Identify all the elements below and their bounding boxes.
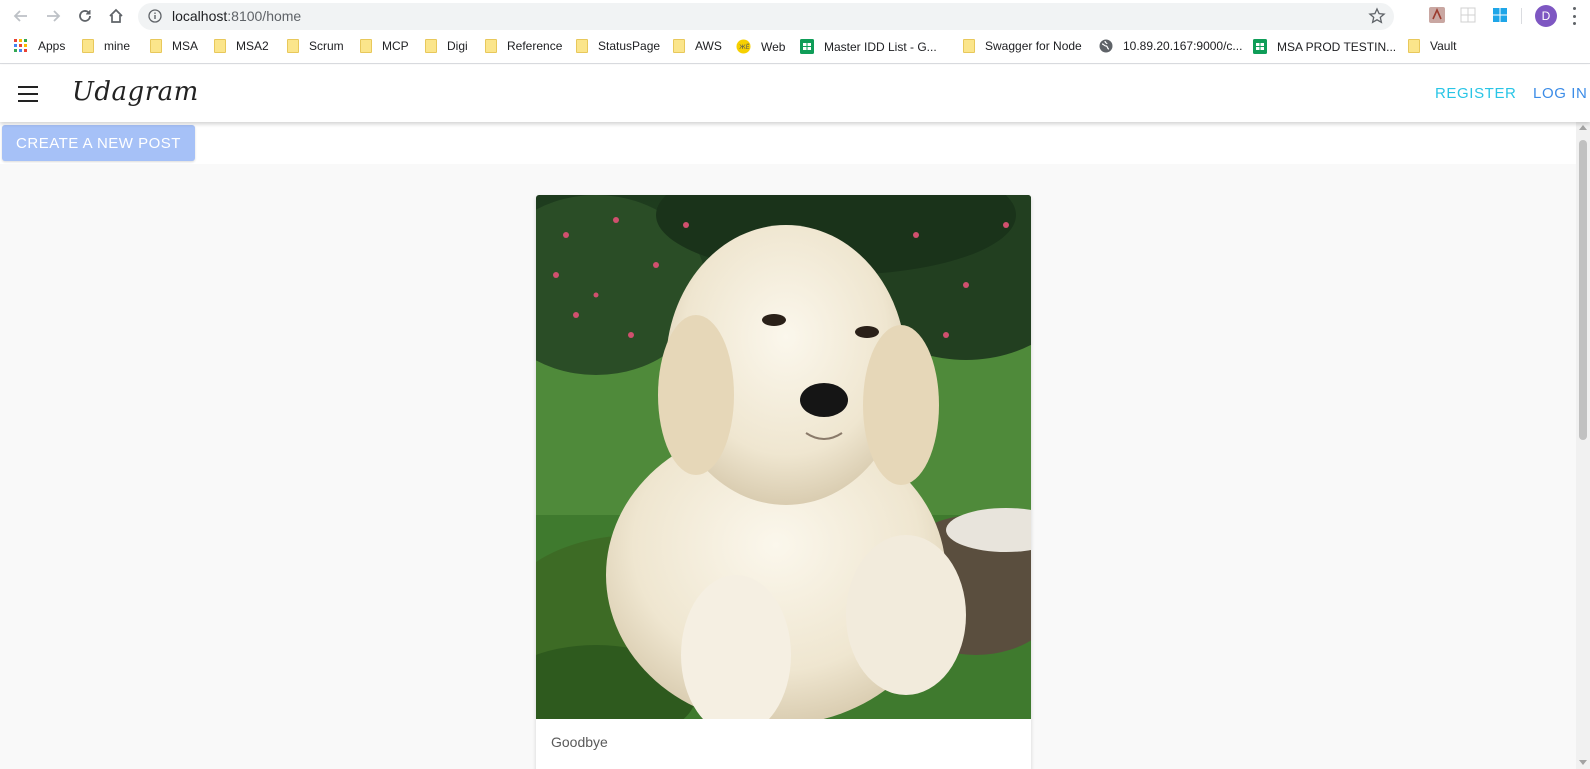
browser-menu-icon[interactable]: [1573, 7, 1577, 25]
bookmark-mine[interactable]: mine: [82, 39, 130, 53]
folder-icon: [485, 39, 497, 53]
bookmark-label: MSA2: [236, 39, 269, 53]
bookmark-label: Scrum: [309, 39, 344, 53]
folder-icon: [287, 39, 299, 53]
folder-icon: [82, 39, 94, 53]
bookmark-label: MCP: [382, 39, 409, 53]
bookmark-digi[interactable]: Digi: [425, 39, 468, 53]
bookmark-msa2[interactable]: MSA2: [214, 39, 269, 53]
url-host: localhost: [172, 8, 228, 24]
site-info-icon[interactable]: [148, 9, 162, 28]
register-link[interactable]: REGISTER: [1435, 85, 1516, 102]
bookmark-vault[interactable]: Vault: [1408, 39, 1456, 53]
bookmark-label: MSA: [172, 39, 199, 53]
bookmark-label: Master IDD List - G...: [824, 39, 937, 54]
scroll-down-arrow-icon[interactable]: [1579, 760, 1587, 765]
browser-toolbar: localhost:8100/home D: [0, 0, 1590, 32]
url-path: :8100/home: [227, 8, 302, 24]
bookmark-label: 10.89.20.167:9000/c...: [1123, 39, 1243, 53]
folder-icon: [673, 39, 685, 53]
sheets-icon: [1253, 39, 1267, 54]
bookmark-mcp[interactable]: MCP: [360, 39, 409, 53]
url-text: localhost:8100/home: [172, 8, 301, 24]
globe-icon: [1099, 39, 1113, 53]
address-bar[interactable]: localhost:8100/home: [138, 3, 1394, 30]
profile-avatar[interactable]: D: [1535, 5, 1557, 27]
folder-icon: [1408, 39, 1420, 53]
login-link[interactable]: LOG IN: [1533, 85, 1587, 102]
back-arrow-icon[interactable]: [10, 5, 32, 27]
bookmark-label: Apps: [38, 39, 66, 53]
windows-extension-icon[interactable]: [1491, 6, 1509, 24]
scroll-up-arrow-icon[interactable]: [1579, 125, 1587, 130]
create-post-button[interactable]: CREATE A NEW POST: [2, 125, 195, 161]
create-post-bar: CREATE A NEW POST: [0, 122, 1576, 164]
bookmark-reference[interactable]: Reference: [485, 39, 562, 53]
grid-extension-icon[interactable]: [1459, 6, 1477, 24]
bookmark-label: Reference: [507, 39, 563, 53]
folder-icon: [963, 39, 975, 53]
folder-icon: [214, 39, 226, 53]
bookmark-label: Vault: [1430, 39, 1457, 53]
bookmark-label: Digi: [447, 39, 468, 53]
bookmark-apps[interactable]: Apps: [14, 39, 65, 53]
app-header: Udagram REGISTER LOG IN: [0, 65, 1590, 122]
bookmarks-bar: Apps mine MSA MSA2 Scrum MCP Digi Refere…: [0, 32, 1590, 64]
folder-icon: [360, 39, 372, 53]
bookmark-ip-address[interactable]: 10.89.20.167:9000/c...: [1099, 39, 1242, 53]
svg-text:ЖЁ: ЖЁ: [739, 44, 749, 51]
bookmark-label: AWS: [695, 39, 722, 53]
forward-arrow-icon[interactable]: [42, 5, 64, 27]
feed-item-image: [536, 195, 1031, 719]
sheets-icon: [800, 39, 814, 54]
bookmark-label: Web: [761, 39, 786, 54]
page-scrollbar[interactable]: [1576, 122, 1590, 769]
apps-grid-icon: [14, 39, 28, 53]
bookmark-web[interactable]: ЖЁ Web: [736, 39, 785, 54]
feed-item-card: Goodbye: [536, 195, 1031, 769]
feed-content: CREATE A NEW POST Goodbye: [0, 122, 1576, 769]
bookmark-star-icon[interactable]: [1368, 7, 1386, 30]
web-favicon-icon: ЖЁ: [736, 39, 751, 54]
bookmark-aws[interactable]: AWS: [673, 39, 722, 53]
bookmark-msa-prod-testing[interactable]: MSA PROD TESTIN...: [1253, 39, 1396, 54]
home-icon[interactable]: [105, 5, 127, 27]
pdf-extension-icon[interactable]: [1428, 6, 1446, 24]
bookmark-label: Swagger for Node: [985, 39, 1082, 53]
feed-item-caption: Goodbye: [551, 734, 608, 750]
reload-icon[interactable]: [74, 5, 96, 27]
scrollbar-thumb[interactable]: [1579, 140, 1587, 440]
folder-icon: [576, 39, 588, 53]
bookmark-label: mine: [104, 39, 131, 53]
bookmark-label: MSA PROD TESTIN...: [1277, 39, 1397, 54]
bookmark-msa[interactable]: MSA: [150, 39, 198, 53]
toolbar-divider: [1521, 8, 1522, 24]
folder-icon: [150, 39, 162, 53]
bookmark-swagger-for-node[interactable]: Swagger for Node: [963, 39, 1082, 53]
app-brand: Udagram: [72, 77, 199, 107]
bookmark-master-idd-list[interactable]: Master IDD List - G...: [800, 39, 937, 54]
bookmark-statuspage[interactable]: StatusPage: [576, 39, 660, 53]
hamburger-menu-icon[interactable]: [18, 86, 38, 102]
bookmark-label: StatusPage: [598, 39, 661, 53]
bookmark-scrum[interactable]: Scrum: [287, 39, 344, 53]
folder-icon: [425, 39, 437, 53]
